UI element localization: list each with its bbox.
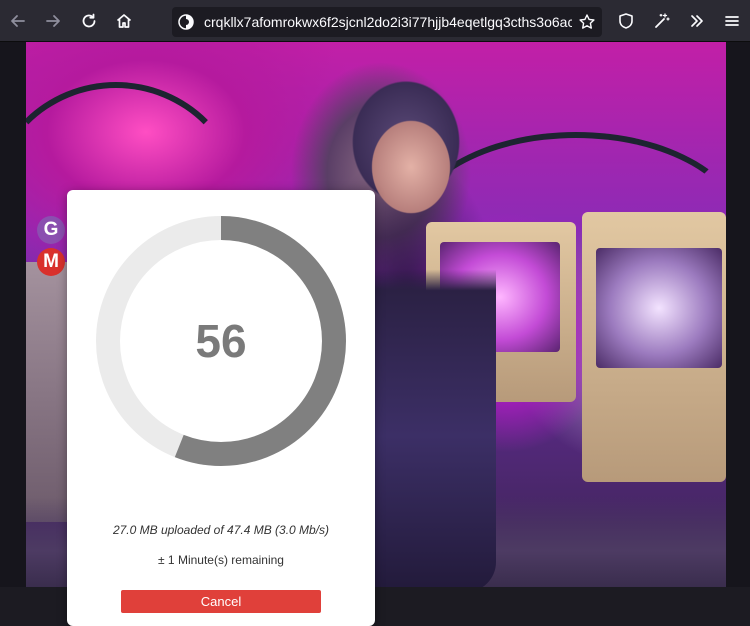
forward-button[interactable]: [39, 7, 67, 35]
g-badge-letter: G: [43, 219, 59, 240]
upload-progress-gauge: 56: [96, 216, 346, 466]
upload-stats-text: 27.0 MB uploaded of 47.4 MB (3.0 Mb/s): [112, 523, 330, 537]
home-icon: [116, 14, 132, 28]
reload-icon: [82, 13, 96, 28]
bookmark-star-button[interactable]: [572, 7, 602, 37]
m-badge-icon[interactable]: M: [37, 248, 65, 276]
retro-monitor: [582, 212, 726, 482]
magic-wand-icon: [655, 13, 670, 28]
url-text[interactable]: crqkllx7afomrokwx6f2sjcnl2do2i3i77hjjb4e…: [204, 14, 572, 30]
monitor-screen: [596, 248, 722, 368]
time-remaining-text: ± 1 Minute(s) remaining: [158, 553, 284, 567]
overflow-menu-button[interactable]: [683, 7, 711, 35]
home-button[interactable]: [110, 7, 138, 35]
browser-toolbar: crqkllx7afomrokwx6f2sjcnl2do2i3i77hjjb4e…: [0, 0, 750, 42]
upload-progress-dialog: 56 27.0 MB uploaded of 47.4 MB (3.0 Mb/s…: [67, 190, 375, 626]
shield-icon: [619, 13, 633, 29]
forward-arrow-icon: [46, 15, 60, 27]
extensions-button[interactable]: [648, 7, 676, 35]
chevron-double-right-icon: [691, 15, 703, 27]
cancel-upload-button[interactable]: Cancel: [121, 590, 321, 613]
upload-percent: 56: [195, 315, 247, 367]
page-viewport: G M 56 27.0 MB uploaded of 47.4 MB (3.0 …: [0, 42, 750, 626]
url-bar[interactable]: crqkllx7afomrokwx6f2sjcnl2do2i3i77hjjb4e…: [172, 7, 602, 37]
hamburger-menu-icon: [725, 16, 739, 26]
app-menu-button[interactable]: [718, 7, 746, 35]
tor-onion-icon[interactable]: [172, 8, 200, 36]
back-button[interactable]: [4, 7, 32, 35]
reload-button[interactable]: [75, 7, 103, 35]
shield-button[interactable]: [612, 7, 640, 35]
m-badge-letter: M: [43, 251, 59, 272]
g-badge-icon[interactable]: G: [37, 216, 65, 244]
back-arrow-icon: [11, 15, 25, 27]
star-icon: [579, 14, 595, 29]
